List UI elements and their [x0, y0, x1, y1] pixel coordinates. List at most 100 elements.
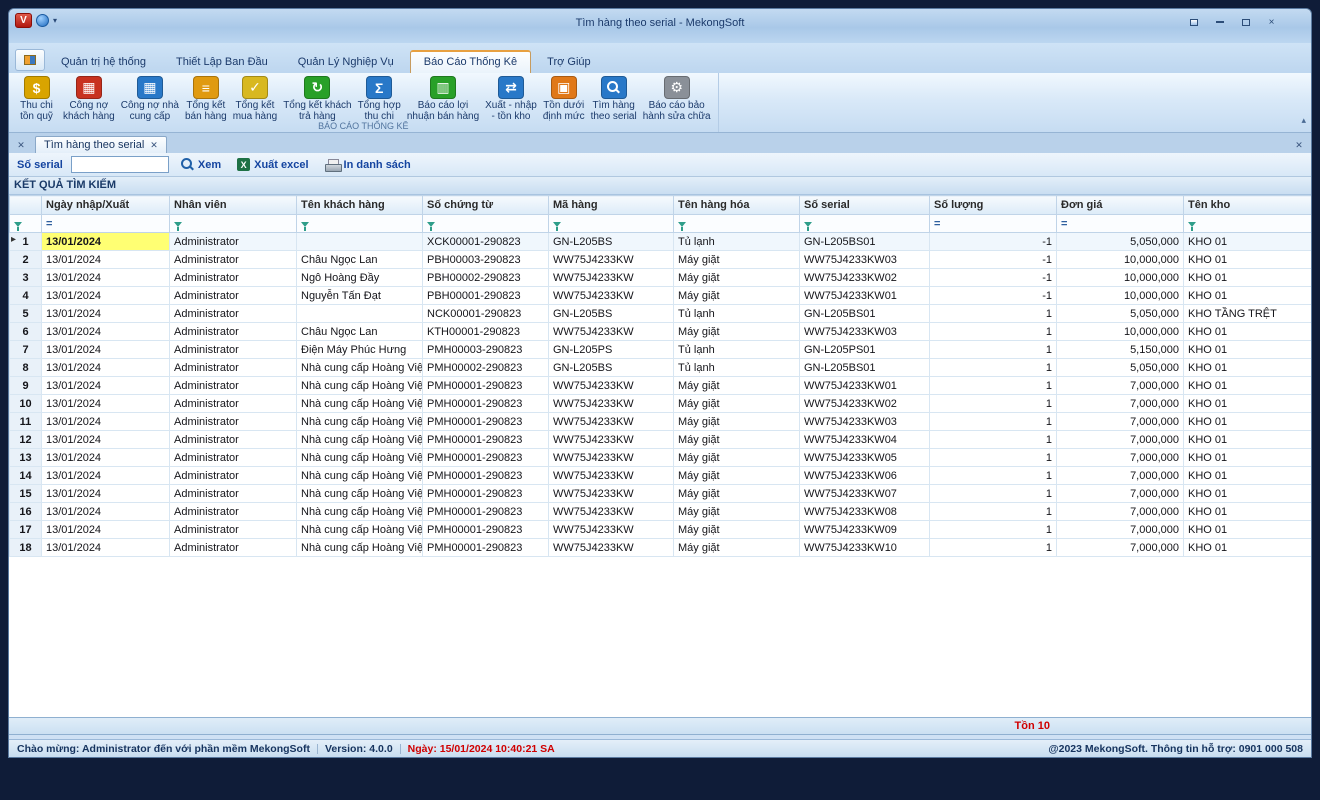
- cell-serial[interactable]: WW75J4233KW03: [800, 323, 930, 341]
- ribbon-button[interactable]: ⚙Báo cáo bảohành sửa chữa: [640, 75, 714, 123]
- cell-price[interactable]: 7,000,000: [1057, 395, 1184, 413]
- cell-employee[interactable]: Administrator: [170, 449, 297, 467]
- grid-row[interactable]: 1413/01/2024AdministratorNhà cung cấp Ho…: [10, 467, 1312, 485]
- cell-customer[interactable]: Nhà cung cấp Hoàng Việt: [297, 467, 423, 485]
- cell-serial[interactable]: WW75J4233KW01: [800, 287, 930, 305]
- cell-serial[interactable]: WW75J4233KW08: [800, 503, 930, 521]
- cell-rownum[interactable]: 15: [10, 485, 42, 503]
- serial-input[interactable]: [71, 156, 169, 173]
- cell-customer[interactable]: Nhà cung cấp Hoàng Việt: [297, 503, 423, 521]
- cell-date[interactable]: 13/01/2024: [42, 359, 170, 377]
- grid-header-customer[interactable]: Tên khách hàng: [297, 196, 423, 215]
- ribbon-button[interactable]: ↻Tổng kết kháchtrả hàng: [280, 75, 354, 123]
- cell-employee[interactable]: Administrator: [170, 467, 297, 485]
- cell-warehouse[interactable]: KHO 01: [1184, 539, 1312, 557]
- cell-date[interactable]: 13/01/2024: [42, 485, 170, 503]
- cell-warehouse[interactable]: KHO 01: [1184, 341, 1312, 359]
- grid-header-rownum[interactable]: [10, 196, 42, 215]
- cell-doc_no[interactable]: PMH00001-290823: [423, 539, 549, 557]
- cell-employee[interactable]: Administrator: [170, 323, 297, 341]
- cell-price[interactable]: 7,000,000: [1057, 503, 1184, 521]
- cell-qty[interactable]: 1: [930, 503, 1057, 521]
- cell-qty[interactable]: 1: [930, 305, 1057, 323]
- cell-date[interactable]: 13/01/2024: [42, 287, 170, 305]
- cell-serial[interactable]: WW75J4233KW10: [800, 539, 930, 557]
- cell-item_code[interactable]: WW75J4233KW: [549, 539, 674, 557]
- filter-cell-item_code[interactable]: [549, 215, 674, 233]
- quick-access-dropdown-icon[interactable]: ▾: [53, 16, 57, 25]
- cell-doc_no[interactable]: PMH00001-290823: [423, 485, 549, 503]
- grid-header-serial[interactable]: Số serial: [800, 196, 930, 215]
- grid-header-item_code[interactable]: Mã hàng: [549, 196, 674, 215]
- ribbon-button[interactable]: ▦Công nợ nhàcung cấp: [118, 75, 182, 123]
- ribbon-button[interactable]: ≡Tổng kếtbán hàng: [182, 75, 230, 123]
- cell-date[interactable]: 13/01/2024: [42, 413, 170, 431]
- cell-date[interactable]: 13/01/2024: [42, 521, 170, 539]
- cell-item_code[interactable]: WW75J4233KW: [549, 485, 674, 503]
- grid-header-item_name[interactable]: Tên hàng hóa: [674, 196, 800, 215]
- cell-doc_no[interactable]: PBH00001-290823: [423, 287, 549, 305]
- cell-price[interactable]: 7,000,000: [1057, 539, 1184, 557]
- cell-date[interactable]: 13/01/2024: [42, 233, 170, 251]
- cell-price[interactable]: 7,000,000: [1057, 521, 1184, 539]
- grid-row[interactable]: 1313/01/2024AdministratorNhà cung cấp Ho…: [10, 449, 1312, 467]
- cell-customer[interactable]: Châu Ngọc Lan: [297, 323, 423, 341]
- cell-price[interactable]: 10,000,000: [1057, 323, 1184, 341]
- grid-header-doc_no[interactable]: Số chứng từ: [423, 196, 549, 215]
- cell-date[interactable]: 13/01/2024: [42, 305, 170, 323]
- cell-customer[interactable]: [297, 305, 423, 323]
- filter-cell-date[interactable]: =: [42, 215, 170, 233]
- cell-item_name[interactable]: Máy giặt: [674, 431, 800, 449]
- cell-rownum[interactable]: 14: [10, 467, 42, 485]
- cell-customer[interactable]: [297, 233, 423, 251]
- cell-employee[interactable]: Administrator: [170, 539, 297, 557]
- grid-row[interactable]: 813/01/2024AdministratorNhà cung cấp Hoà…: [10, 359, 1312, 377]
- cell-rownum[interactable]: 18: [10, 539, 42, 557]
- ribbon-button[interactable]: ΣTổng hợpthu chi: [355, 75, 404, 123]
- cell-qty[interactable]: 1: [930, 359, 1057, 377]
- ribbon-button[interactable]: Tìm hàngtheo serial: [588, 75, 640, 123]
- grid-row[interactable]: 1013/01/2024AdministratorNhà cung cấp Ho…: [10, 395, 1312, 413]
- ribbon-button[interactable]: ▥Báo cáo lợinhuận bán hàng: [404, 75, 482, 123]
- filter-cell-warehouse[interactable]: [1184, 215, 1312, 233]
- cell-qty[interactable]: 1: [930, 521, 1057, 539]
- grid-row[interactable]: 913/01/2024AdministratorNhà cung cấp Hoà…: [10, 377, 1312, 395]
- cell-qty[interactable]: 1: [930, 431, 1057, 449]
- cell-warehouse[interactable]: KHO 01: [1184, 377, 1312, 395]
- cell-employee[interactable]: Administrator: [170, 395, 297, 413]
- ribbon-collapse-icon[interactable]: ▴: [1301, 115, 1306, 126]
- cell-item_code[interactable]: GN-L205PS: [549, 341, 674, 359]
- cell-doc_no[interactable]: PMH00001-290823: [423, 395, 549, 413]
- cell-qty[interactable]: 1: [930, 539, 1057, 557]
- cell-serial[interactable]: WW75J4233KW09: [800, 521, 930, 539]
- ribbon-button[interactable]: ▦Công nợkhách hàng: [60, 75, 118, 123]
- cell-date[interactable]: 13/01/2024: [42, 395, 170, 413]
- cell-date[interactable]: 13/01/2024: [42, 503, 170, 521]
- cell-customer[interactable]: Nhà cung cấp Hoàng Việt: [297, 521, 423, 539]
- cell-item_name[interactable]: Máy giặt: [674, 449, 800, 467]
- cell-item_code[interactable]: WW75J4233KW: [549, 377, 674, 395]
- cell-price[interactable]: 10,000,000: [1057, 269, 1184, 287]
- cell-item_code[interactable]: WW75J4233KW: [549, 269, 674, 287]
- cell-warehouse[interactable]: KHO 01: [1184, 431, 1312, 449]
- cell-employee[interactable]: Administrator: [170, 521, 297, 539]
- close-button[interactable]: ×: [1260, 14, 1283, 30]
- cell-item_code[interactable]: GN-L205BS: [549, 359, 674, 377]
- cell-doc_no[interactable]: XCK00001-290823: [423, 233, 549, 251]
- cell-customer[interactable]: Nhà cung cấp Hoàng Việt: [297, 377, 423, 395]
- cell-serial[interactable]: GN-L205BS01: [800, 233, 930, 251]
- cell-rownum[interactable]: 9: [10, 377, 42, 395]
- cell-item_name[interactable]: Máy giặt: [674, 377, 800, 395]
- cell-date[interactable]: 13/01/2024: [42, 269, 170, 287]
- ribbon-button[interactable]: ✓Tổng kếtmua hàng: [230, 75, 280, 123]
- cell-doc_no[interactable]: KTH00001-290823: [423, 323, 549, 341]
- menu-tab[interactable]: Quản Lý Nghiệp Vụ: [284, 50, 408, 73]
- cell-rownum[interactable]: 5: [10, 305, 42, 323]
- cell-item_code[interactable]: WW75J4233KW: [549, 431, 674, 449]
- cell-serial[interactable]: WW75J4233KW03: [800, 251, 930, 269]
- grid-header-price[interactable]: Đơn giá: [1057, 196, 1184, 215]
- cell-warehouse[interactable]: KHO 01: [1184, 287, 1312, 305]
- cell-rownum[interactable]: 4: [10, 287, 42, 305]
- cell-employee[interactable]: Administrator: [170, 377, 297, 395]
- cell-qty[interactable]: -1: [930, 269, 1057, 287]
